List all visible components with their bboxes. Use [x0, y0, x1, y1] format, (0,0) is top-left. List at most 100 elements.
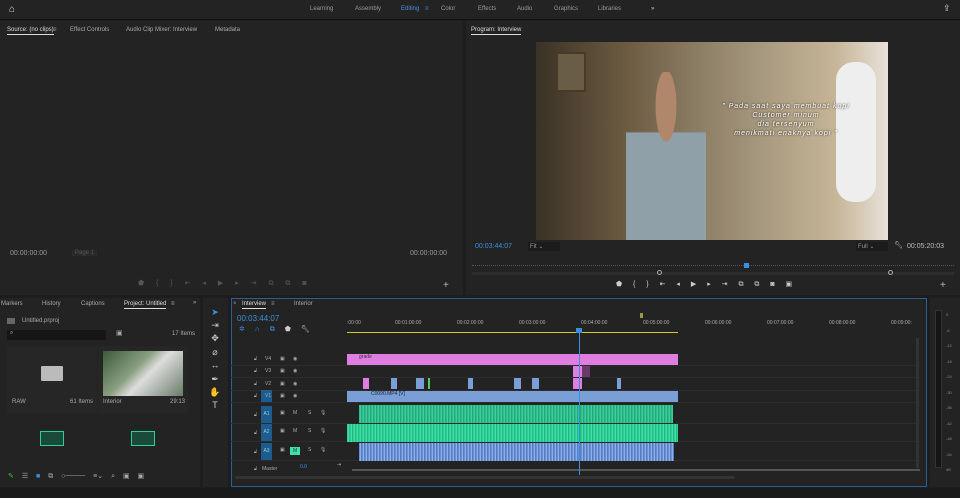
scroll-handle-right[interactable]	[888, 270, 893, 275]
more-panels-icon[interactable]: »	[193, 300, 196, 306]
source-transport-controls[interactable]: ⬟ { } ⇤ ◂ ▶ ▸ ⇥ ⧉ ⧉ ◙	[138, 279, 307, 288]
lock-icon[interactable]: 🔓︎	[254, 381, 257, 387]
solo-button[interactable]: S	[308, 410, 311, 416]
clip-v2[interactable]	[532, 378, 539, 389]
sync-lock-icon[interactable]: ▣	[280, 356, 285, 362]
bin-item-raw[interactable]: RAW 61 Items	[7, 346, 97, 414]
panel-menu-icon[interactable]: ≡	[53, 27, 57, 33]
tab-captions[interactable]: Captions	[81, 301, 105, 307]
clip-v2[interactable]	[391, 378, 397, 389]
lock-icon[interactable]: 🔓︎	[254, 449, 257, 455]
tab-interview[interactable]: Interview	[242, 301, 267, 309]
vertical-scrollbar[interactable]	[916, 338, 919, 468]
quality-select[interactable]: Full ⌄	[856, 242, 888, 251]
sync-lock-icon[interactable]: ▣	[280, 368, 285, 374]
scroll-handle-left[interactable]	[657, 270, 662, 275]
playhead-handle[interactable]	[576, 328, 582, 333]
track-target[interactable]: A3	[261, 443, 272, 460]
wrench-icon[interactable]: 🔧︎	[894, 241, 903, 249]
clip-a3-audio[interactable]	[359, 443, 674, 461]
program-playhead[interactable]	[744, 263, 749, 268]
eye-icon[interactable]: ◉	[293, 381, 297, 387]
workspace-assembly[interactable]: Assembly	[355, 6, 381, 12]
work-area-bar[interactable]	[347, 332, 678, 333]
slip-tool-icon[interactable]: ↔	[209, 360, 221, 370]
timeline-timecode[interactable]: 00:03:44:07	[237, 314, 279, 323]
clip-v2[interactable]	[573, 378, 582, 389]
microphone-icon[interactable]: 🎙︎	[320, 410, 326, 416]
track-target[interactable]: A2	[261, 424, 272, 441]
panel-menu-icon[interactable]: ≡	[171, 301, 175, 307]
workspace-color[interactable]: Color	[441, 6, 455, 12]
sync-lock-icon[interactable]: ▣	[280, 447, 285, 453]
master-volume[interactable]: 0.0	[300, 464, 307, 470]
clip-grade[interactable]: grade	[347, 354, 678, 365]
lock-icon[interactable]: 🔓︎	[254, 393, 257, 399]
pen-tool-icon[interactable]: ✒	[209, 374, 221, 385]
workspace-graphics[interactable]: Graphics	[554, 6, 578, 12]
microphone-icon[interactable]: 🎙︎	[320, 428, 326, 434]
tab-markers[interactable]: Markers	[1, 301, 23, 307]
mute-button[interactable]: M	[290, 447, 301, 455]
close-sequence-icon[interactable]: ×	[233, 301, 237, 307]
clip-v2[interactable]	[617, 378, 621, 389]
razor-tool-icon[interactable]: ⌀	[209, 347, 221, 358]
type-tool-icon[interactable]: T	[209, 400, 221, 410]
hand-tool-icon[interactable]: ✋	[209, 387, 221, 398]
clip-a2-audio[interactable]	[347, 424, 678, 442]
audio-clip-icon[interactable]	[40, 431, 64, 446]
icon-view-icon[interactable]: ■	[36, 473, 40, 480]
clip-v2[interactable]	[428, 378, 430, 389]
lock-icon[interactable]: 🔓︎	[254, 412, 257, 418]
track-target[interactable]: A1	[261, 406, 272, 423]
playhead-line[interactable]	[579, 330, 580, 475]
workspace-menu-icon[interactable]: ≡	[425, 6, 429, 12]
track-select-tool-icon[interactable]: ⇥	[209, 320, 221, 331]
clip-v2[interactable]	[468, 378, 473, 389]
sync-lock-icon[interactable]: ▣	[280, 410, 285, 416]
workspace-libraries[interactable]: Libraries	[598, 6, 621, 12]
sync-lock-icon[interactable]: ▣	[280, 393, 285, 399]
program-timecode[interactable]: 00:03:44:07	[475, 243, 512, 250]
solo-button[interactable]: S	[308, 428, 311, 434]
project-footer-toolbar[interactable]: ✎ ☰ ■ ⧉ ○──── ≡⌄ ⌕ ▣ ▣	[8, 472, 144, 481]
solo-button[interactable]: S	[308, 447, 311, 453]
panel-menu-icon[interactable]: ≡	[271, 301, 275, 307]
tab-audio-clip-mixer[interactable]: Audio Clip Mixer: Interview	[126, 27, 197, 33]
lock-icon[interactable]: 🔓︎	[254, 368, 257, 374]
mute-button[interactable]: M	[293, 410, 297, 416]
clip-v3[interactable]	[582, 366, 590, 377]
zoom-scrollbar[interactable]	[472, 272, 954, 275]
tab-project[interactable]: Project: Untitled	[124, 301, 167, 309]
eye-icon[interactable]: ◉	[293, 393, 297, 399]
project-search-input[interactable]: ⌕	[7, 330, 106, 340]
share-icon[interactable]: ⇪	[943, 3, 951, 14]
page-select[interactable]: Page 1	[72, 250, 98, 256]
more-workspaces-icon[interactable]: »	[651, 6, 654, 12]
ripple-edit-tool-icon[interactable]: ✥	[209, 333, 221, 344]
sync-lock-icon[interactable]: ▣	[280, 381, 285, 387]
lock-icon[interactable]: 🔓︎	[254, 466, 257, 472]
marker[interactable]	[640, 313, 643, 318]
pencil-icon[interactable]: ✎	[8, 473, 14, 480]
eye-icon[interactable]: ◉	[293, 356, 297, 362]
timeline-scrollbar[interactable]	[235, 476, 735, 479]
program-time-ruler[interactable]	[472, 265, 954, 269]
add-button-icon[interactable]: +	[940, 280, 946, 291]
mute-button[interactable]: M	[293, 428, 297, 434]
tab-interior[interactable]: Interior	[294, 301, 313, 307]
clip-item-interior[interactable]: Interior 29:13	[98, 346, 188, 414]
tab-effect-controls[interactable]: Effect Controls	[70, 27, 109, 33]
audio-clip-icon[interactable]	[131, 431, 155, 446]
clip-v3[interactable]	[573, 366, 582, 377]
clip-a1-audio[interactable]	[359, 405, 673, 423]
tab-source[interactable]: Source: (no clips)	[7, 27, 54, 35]
workspace-learning[interactable]: Learning	[310, 6, 333, 12]
lock-icon[interactable]: 🔓︎	[254, 356, 257, 362]
tab-metadata[interactable]: Metadata	[215, 27, 240, 33]
timeline-toolbar[interactable]: ✲ ∩ ⧉ ⬟ 🔧︎	[239, 325, 310, 334]
workspace-effects[interactable]: Effects	[478, 6, 496, 12]
source-timecode-in[interactable]: 00:00:00:00	[10, 250, 47, 257]
fit-select[interactable]: Fit ⌄	[528, 242, 560, 251]
clip-v2[interactable]	[514, 378, 521, 389]
